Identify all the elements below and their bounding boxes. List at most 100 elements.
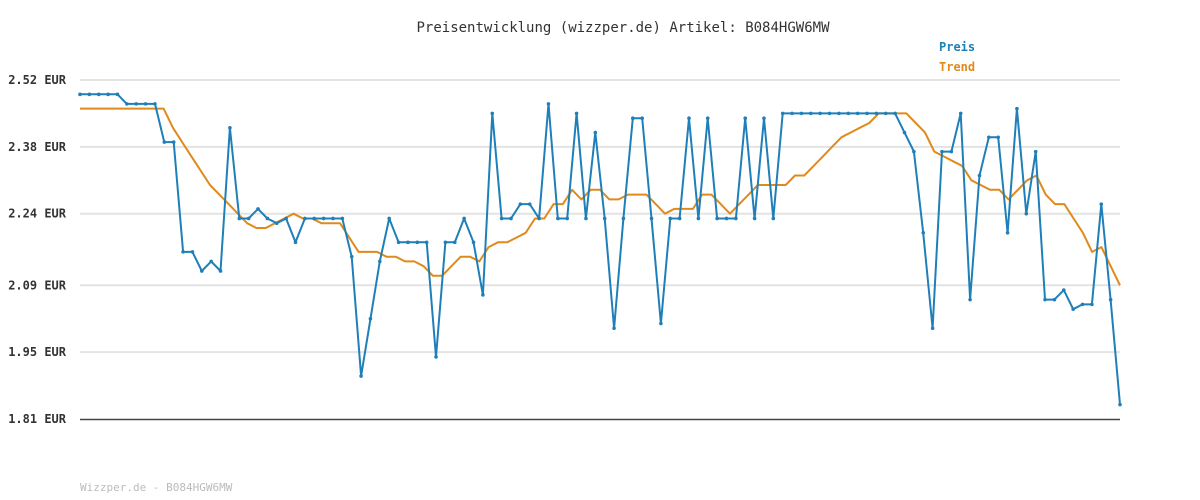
data-point [1024,211,1029,216]
data-point [968,297,972,302]
data-point [734,216,738,221]
data-point [687,116,691,120]
data-point [518,202,523,206]
data-point [696,216,701,221]
data-point [256,207,260,211]
data-point [153,102,157,106]
y-tick-label: 2.24 EUR [8,207,67,221]
data-point [565,216,570,221]
data-point [499,216,504,221]
preis-series [78,92,1122,407]
data-point [743,116,748,120]
data-point [1052,297,1057,302]
y-tick-label: 2.09 EUR [8,278,67,292]
data-point [584,216,588,221]
data-point [359,374,363,378]
data-point [846,111,851,116]
data-point [368,316,373,321]
data-point [668,216,673,221]
data-point [930,326,935,331]
data-point [1043,297,1047,302]
data-point [284,216,288,221]
data-point [640,116,644,120]
data-point [1015,106,1019,111]
data-point [406,240,410,245]
data-point [818,111,822,116]
data-point [602,216,607,221]
data-point [724,216,729,221]
data-point [630,116,635,120]
data-point [958,111,963,116]
y-tick-label: 1.81 EUR [8,412,67,426]
data-point [415,240,420,245]
data-point [378,259,382,264]
data-point [96,92,101,97]
data-point [987,135,991,140]
data-point [527,202,532,206]
data-point [340,216,345,221]
data-point [752,216,757,221]
data-point [771,216,776,221]
data-point [274,221,279,226]
data-point [921,230,926,235]
data-point [537,216,541,221]
chart-title: Preisentwicklung (wizzper.de) Artikel: B… [416,20,830,36]
data-point [556,216,560,221]
data-point [574,111,579,116]
data-point [855,111,860,116]
data-point [902,130,907,135]
data-point [780,111,785,116]
data-point [1099,202,1104,206]
y-axis-ticks: 2.52 EUR 2.38 EUR 2.24 EUR 2.09 EUR 1.95 EUR… [8,73,67,426]
grid-lines [80,79,1120,354]
data-point [949,149,954,154]
data-point [912,149,916,154]
data-point [452,240,457,245]
data-point [331,216,335,221]
data-point [443,240,448,245]
data-point [1080,302,1085,307]
data-point [396,240,401,245]
data-point [715,216,719,221]
data-point [799,111,804,116]
data-point [1108,297,1113,302]
data-point [509,216,513,221]
data-point [471,240,476,245]
data-point [190,250,195,254]
data-point [1061,288,1066,292]
data-point [209,259,213,264]
data-point [115,92,120,97]
data-point [434,355,438,359]
data-point [303,216,307,221]
data-point [893,111,897,116]
legend-trend: Trend [939,60,975,74]
legend-preis: Preis [939,40,975,54]
data-point [237,216,242,221]
data-point [762,116,766,120]
data-point [677,216,682,221]
data-point [78,92,82,97]
data-point [312,216,317,221]
data-point [940,149,944,154]
data-point [1071,307,1075,311]
data-point [424,240,429,245]
data-point [621,216,626,221]
data-point [837,111,841,116]
data-point [790,111,794,116]
data-point [171,140,176,144]
data-point [387,216,391,221]
series-line-preis [80,93,1121,405]
data-point [883,111,888,116]
data-point [612,326,616,331]
data-point [481,293,485,297]
data-point [293,240,298,245]
data-point [134,102,139,106]
data-point [827,111,832,116]
data-point [462,216,466,221]
data-point [1118,402,1122,407]
data-point [265,216,270,221]
data-point [705,116,710,120]
footer-watermark: Wizzper.de - B084HGW6MW [80,481,233,494]
data-point [125,102,129,106]
data-point [865,111,869,116]
